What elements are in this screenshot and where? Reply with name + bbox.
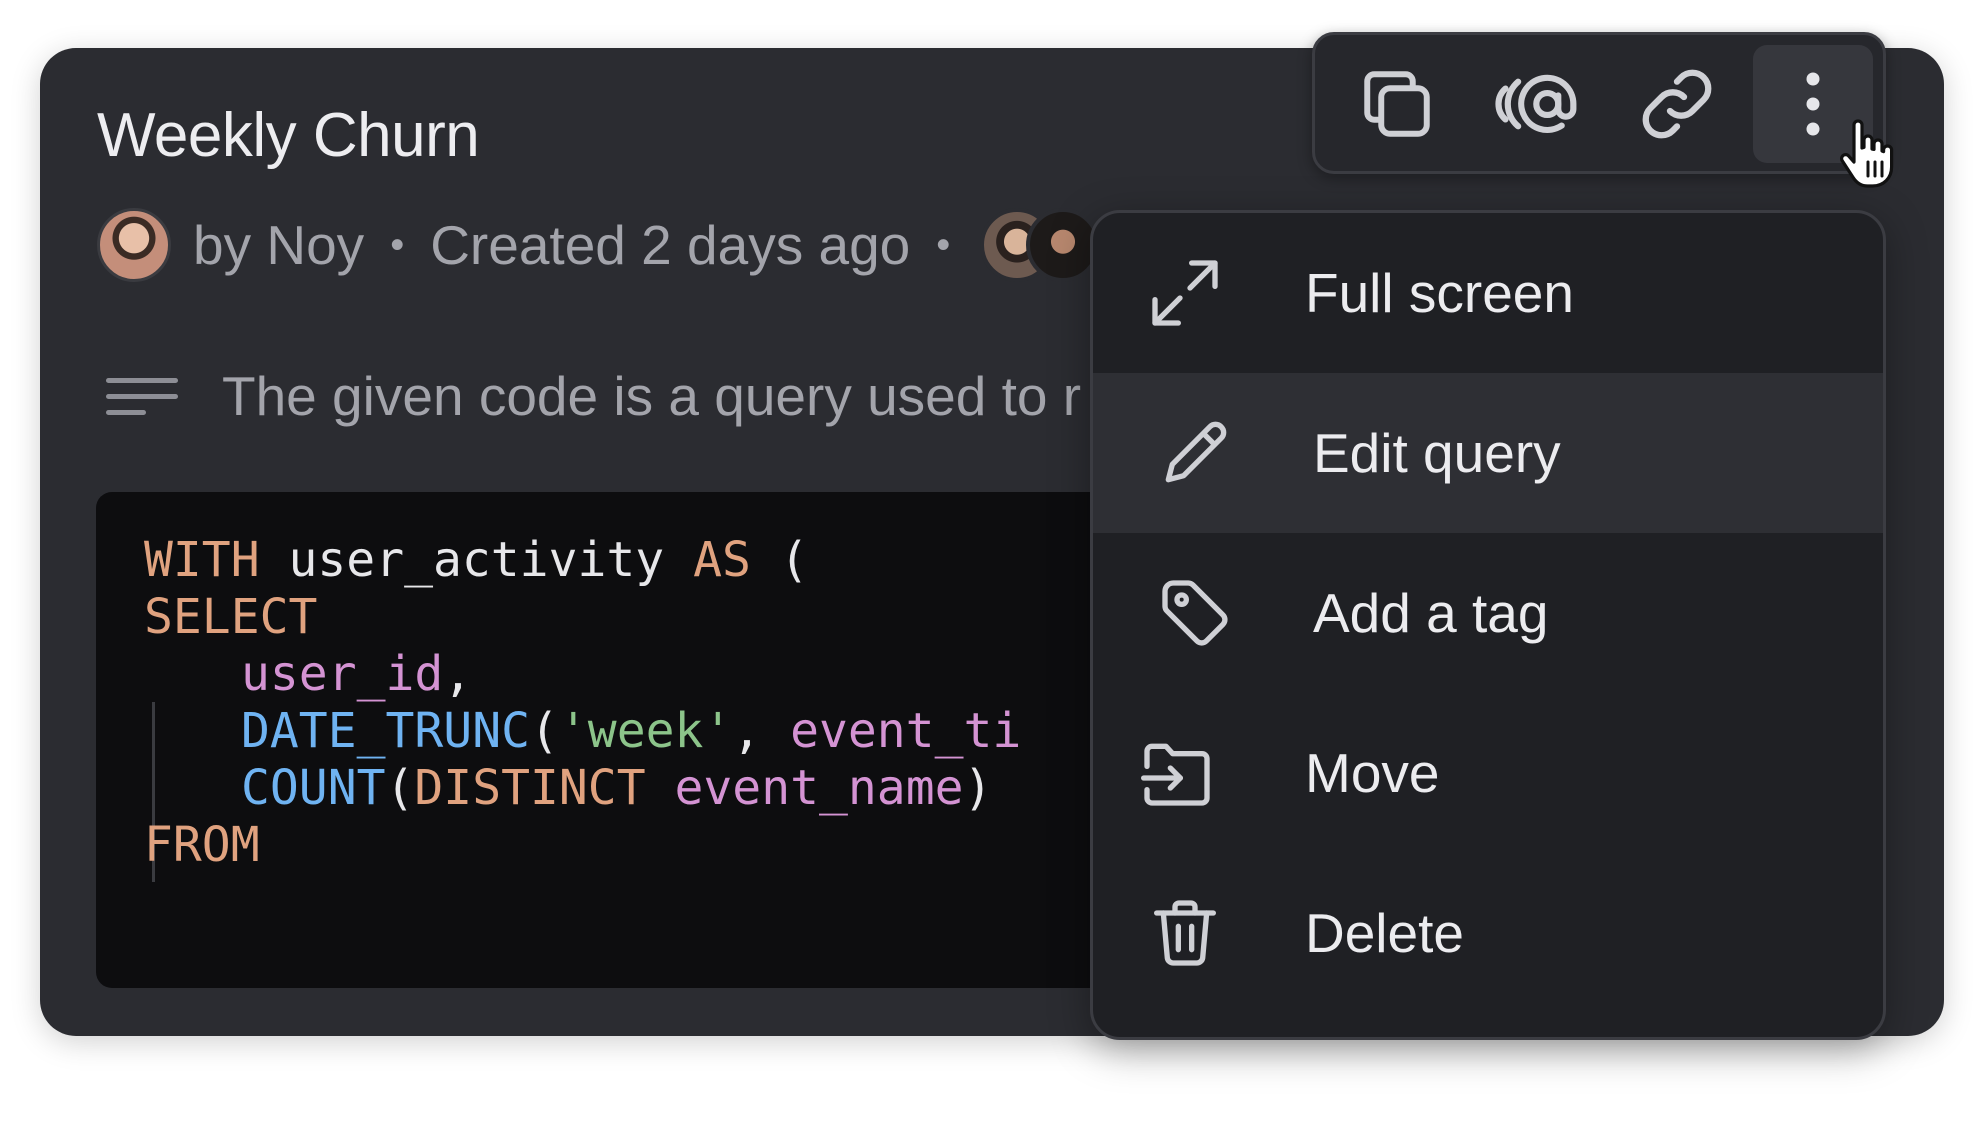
- menu-item-add-tag[interactable]: Add a tag: [1093, 533, 1883, 693]
- menu-item-full-screen[interactable]: Full screen: [1093, 213, 1883, 373]
- code-keyword: AS: [693, 532, 751, 588]
- created-time: Created 2 days ago: [430, 214, 911, 276]
- code-punct: (: [750, 532, 809, 588]
- query-title: Weekly Churn: [97, 101, 480, 170]
- menu-item-move[interactable]: Move: [1093, 693, 1883, 853]
- code-function: DATE_TRUNC: [241, 703, 530, 759]
- hand-cursor-icon: [1840, 119, 1894, 188]
- copy-link-button[interactable]: [1617, 45, 1737, 163]
- code-keyword: DISTINCT: [414, 760, 646, 816]
- menu-item-edit-query[interactable]: Edit query: [1093, 373, 1883, 533]
- description-icon: [106, 367, 178, 426]
- code-punct: (: [385, 760, 415, 816]
- query-meta: by Noy • Created 2 days ago •: [97, 208, 1101, 282]
- pencil-icon: [1165, 421, 1227, 483]
- menu-item-label: Edit query: [1313, 422, 1561, 484]
- more-options-menu: Full screen Edit query Add a tag Move De…: [1090, 210, 1886, 1040]
- code-punct: ,: [443, 646, 473, 702]
- description-text: The given code is a query used to r: [222, 365, 1082, 427]
- folder-move-icon: [1141, 743, 1210, 806]
- code-identifier: event_ti: [790, 703, 1022, 759]
- trash-icon: [1154, 900, 1216, 966]
- mention-icon: [1495, 74, 1577, 133]
- code-line-6: FROM: [144, 809, 260, 881]
- menu-item-label: Move: [1305, 742, 1440, 804]
- copy-button[interactable]: [1337, 45, 1457, 163]
- mention-button[interactable]: [1477, 45, 1597, 163]
- code-keyword: FROM: [144, 817, 260, 873]
- query-toolbar: [1312, 32, 1886, 174]
- query-description: The given code is a query used to r: [106, 356, 1081, 436]
- code-punct: (: [529, 703, 559, 759]
- code-punct: ): [963, 760, 993, 816]
- menu-item-label: Delete: [1305, 902, 1464, 964]
- menu-item-label: Add a tag: [1313, 582, 1549, 644]
- author-avatar[interactable]: [97, 208, 171, 282]
- code-keyword: WITH: [144, 532, 260, 588]
- expand-icon: [1152, 260, 1218, 326]
- meta-separator: •: [390, 222, 405, 267]
- meta-separator-2: •: [936, 222, 951, 267]
- code-identifier: event_name: [674, 760, 964, 816]
- code-line-5: COUNT(DISTINCT event_name): [241, 752, 992, 824]
- menu-item-delete[interactable]: Delete: [1093, 853, 1883, 1013]
- code-keyword: SELECT: [144, 589, 318, 645]
- menu-item-label: Full screen: [1305, 262, 1574, 324]
- code-identifier: user_id: [241, 646, 444, 702]
- copy-icon: [1364, 71, 1430, 137]
- code-identifier: user_activity: [259, 532, 694, 588]
- code-punct: ,: [732, 703, 791, 759]
- code-string: 'week': [558, 703, 733, 759]
- more-vertical-icon: [1806, 72, 1820, 136]
- link-icon: [1642, 69, 1712, 139]
- tag-icon: [1162, 580, 1228, 646]
- collaborator-avatars[interactable]: [980, 208, 1101, 282]
- code-function: COUNT: [241, 760, 386, 816]
- author-name[interactable]: by Noy: [193, 213, 364, 277]
- code-block[interactable]: WITH user_activity AS ( SELECT user_id, …: [96, 492, 1196, 988]
